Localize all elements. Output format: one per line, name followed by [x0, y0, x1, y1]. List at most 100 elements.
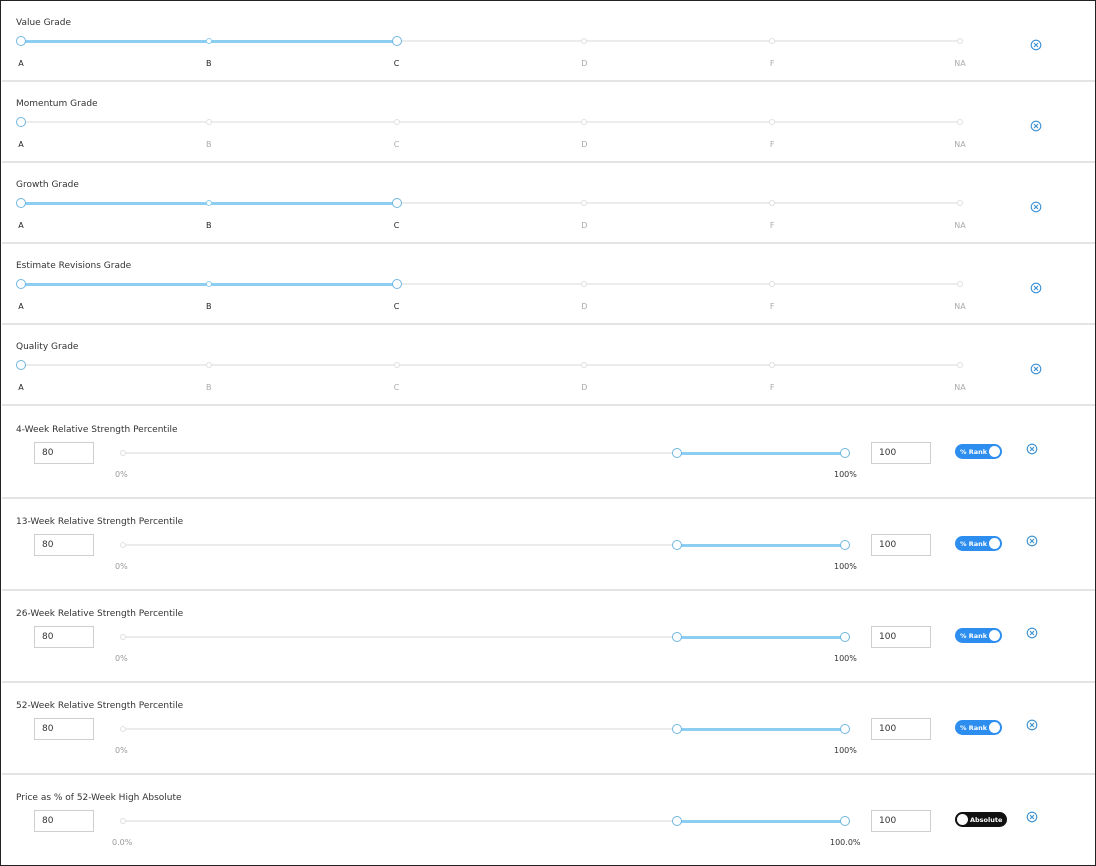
grade-slider-tick[interactable] [205, 281, 212, 287]
grade-label-a: A [18, 302, 24, 311]
range-slider-max-handle[interactable] [840, 724, 850, 734]
range-filter-row: Price as % of 52-Week High Absolute 0.0% 1… [2, 775, 1095, 865]
range-slider-max-handle[interactable] [840, 816, 850, 826]
grade-slider-tick[interactable] [957, 362, 963, 368]
percent-rank-toggle[interactable]: % Rank [955, 628, 1002, 643]
range-slider-min-handle[interactable] [671, 448, 682, 458]
grade-slider-max-handle[interactable] [391, 198, 402, 208]
range-slider-min-handle[interactable] [671, 540, 682, 550]
grade-label-b: B [206, 221, 212, 230]
range-filter-row: 13-Week Relative Strength Percentile 0% 10… [2, 499, 1095, 591]
grade-slider-tick[interactable] [581, 38, 588, 44]
grade-filter-remove-button[interactable] [1030, 360, 1042, 375]
range-slider-max-handle[interactable] [840, 632, 850, 642]
close-circle-icon [1026, 627, 1038, 639]
percent-rank-toggle[interactable]: % Rank [955, 444, 1002, 459]
absolute-toggle[interactable]: Absolute [955, 812, 1007, 827]
max-value-input[interactable] [871, 810, 931, 832]
grade-slider-tick[interactable] [957, 38, 963, 44]
grade-label-f: F [769, 140, 775, 149]
grade-slider-min-handle[interactable] [16, 117, 26, 127]
min-value-input[interactable] [34, 534, 94, 556]
range-slider-min-handle[interactable] [671, 724, 682, 734]
range-filter-remove-button[interactable] [1026, 440, 1038, 455]
max-value-input[interactable] [871, 626, 931, 648]
grade-slider-tick[interactable] [581, 200, 588, 206]
close-circle-icon [1026, 535, 1038, 547]
grade-slider-tick[interactable] [581, 119, 588, 125]
min-value-input[interactable] [34, 442, 94, 464]
grade-filter-remove-button[interactable] [1030, 198, 1042, 213]
percent-rank-toggle[interactable]: % Rank [955, 536, 1002, 551]
grade-slider-tick[interactable] [957, 119, 963, 125]
grade-slider-max-handle[interactable] [391, 36, 402, 46]
grade-slider-tick[interactable] [769, 362, 776, 368]
min-value-input[interactable] [34, 810, 94, 832]
range-filter-row: 4-Week Relative Strength Percentile 0% 100… [2, 407, 1095, 499]
grade-filter-remove-button[interactable] [1030, 279, 1042, 294]
min-value-input[interactable] [34, 626, 94, 648]
grade-slider-track[interactable] [21, 364, 960, 366]
range-filter-remove-button[interactable] [1026, 808, 1038, 823]
max-value-input[interactable] [871, 718, 931, 740]
range-max-label: 100% [834, 654, 857, 663]
grade-slider-min-handle[interactable] [16, 198, 26, 208]
max-value-input[interactable] [871, 534, 931, 556]
grade-slider-tick[interactable] [769, 119, 776, 125]
min-value-input[interactable] [34, 718, 94, 740]
toggle-knob [989, 722, 1000, 733]
grade-slider-tick[interactable] [581, 281, 588, 287]
range-slider-min-handle[interactable] [671, 632, 682, 642]
grade-label-a: A [18, 221, 24, 230]
grade-slider-max-handle[interactable] [391, 279, 402, 289]
percent-rank-toggle[interactable]: % Rank [955, 720, 1002, 735]
grade-label-na: NA [954, 302, 966, 311]
grade-slider-tick[interactable] [205, 200, 212, 206]
grade-slider-tick[interactable] [205, 362, 212, 368]
grade-slider-tick[interactable] [205, 38, 212, 44]
grade-slider-tick[interactable] [581, 362, 588, 368]
grade-slider-tick[interactable] [393, 119, 400, 125]
grade-filter-remove-button[interactable] [1030, 36, 1042, 51]
grade-slider-tick[interactable] [393, 362, 400, 368]
grade-label-d: D [581, 221, 588, 230]
grade-slider-tick[interactable] [957, 281, 963, 287]
toggle-label: Absolute [970, 815, 1003, 824]
grade-slider-track[interactable] [21, 121, 960, 123]
grade-slider-tick[interactable] [769, 38, 776, 44]
grade-slider-tick[interactable] [205, 119, 212, 125]
grade-label-b: B [206, 59, 212, 68]
range-max-label: 100% [834, 746, 857, 755]
range-slider-max-handle[interactable] [840, 448, 850, 458]
range-max-label: 100% [834, 562, 857, 571]
range-slider-min-handle[interactable] [671, 816, 682, 826]
grade-filter-remove-button[interactable] [1030, 117, 1042, 132]
range-slider-max-handle[interactable] [840, 540, 850, 550]
max-value-input[interactable] [871, 442, 931, 464]
filter-label: 13-Week Relative Strength Percentile [16, 517, 184, 527]
grade-label-d: D [581, 383, 588, 392]
grade-slider-tick[interactable] [957, 200, 963, 206]
grade-slider-min-handle[interactable] [16, 360, 26, 370]
grade-slider-min-handle[interactable] [16, 36, 26, 46]
range-filter-remove-button[interactable] [1026, 624, 1038, 639]
grade-slider-min-handle[interactable] [16, 279, 26, 289]
range-filter-remove-button[interactable] [1026, 532, 1038, 547]
grade-label-f: F [769, 302, 775, 311]
range-min-label: 0% [115, 746, 128, 755]
range-max-label: 100.0% [830, 838, 861, 847]
range-filter-row: 26-Week Relative Strength Percentile 0% 10… [2, 591, 1095, 683]
grade-label-b: B [206, 383, 212, 392]
toggle-label: % Rank [960, 539, 988, 548]
range-filter-row: 52-Week Relative Strength Percentile 0% 10… [2, 683, 1095, 775]
range-filter-remove-button[interactable] [1026, 716, 1038, 731]
close-circle-icon [1030, 39, 1042, 51]
grade-slider-tick[interactable] [769, 281, 776, 287]
filter-label: Quality Grade [16, 342, 79, 352]
grade-label-c: C [393, 140, 400, 149]
grade-slider-tick[interactable] [769, 200, 776, 206]
filter-label: 4-Week Relative Strength Percentile [16, 425, 178, 435]
grade-filter-row: Estimate Revisions Grade A B C D F NA [2, 244, 1095, 325]
grade-label-d: D [581, 302, 588, 311]
grade-label-f: F [769, 383, 775, 392]
